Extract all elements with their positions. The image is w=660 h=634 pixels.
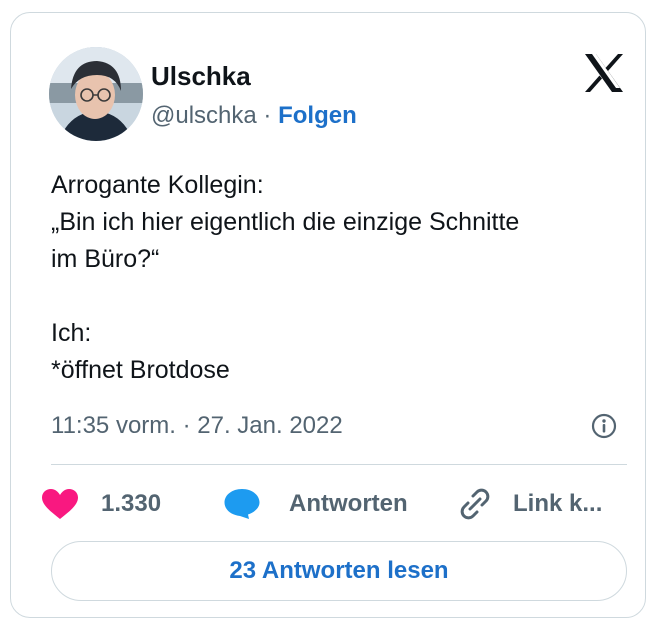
author-handle[interactable]: @ulschka (151, 102, 257, 129)
reply-label: Antworten (289, 490, 408, 517)
info-icon[interactable] (591, 413, 617, 439)
speech-bubble-icon (224, 489, 260, 519)
copy-link-button[interactable]: Link k... (457, 487, 602, 521)
avatar-photo (49, 47, 143, 141)
author-name[interactable]: Ulschka (151, 61, 251, 91)
follow-button[interactable]: Folgen (278, 102, 357, 129)
link-icon (460, 488, 490, 520)
tweet-timestamp[interactable]: 11:35 vorm. · 27. Jan. 2022 (51, 411, 343, 441)
separator-dot: · (263, 102, 272, 129)
like-button[interactable]: 1.330 (41, 487, 161, 521)
heart-icon (42, 489, 78, 519)
read-replies-button[interactable]: 23 Antworten lesen (51, 541, 627, 601)
avatar[interactable] (49, 47, 143, 141)
divider (51, 464, 627, 465)
like-count: 1.330 (101, 490, 162, 517)
x-logo-icon[interactable] (583, 53, 625, 93)
tweet-text: Arrogante Kollegin: „Bin ich hier eigent… (51, 171, 520, 384)
reply-button[interactable]: Antworten (223, 487, 408, 521)
author-handle-row: @ulschka · Folgen (151, 101, 357, 131)
tweet-card: Ulschka @ulschka · Folgen Arrogante Koll… (10, 12, 646, 618)
copy-link-label: Link k... (513, 490, 603, 517)
